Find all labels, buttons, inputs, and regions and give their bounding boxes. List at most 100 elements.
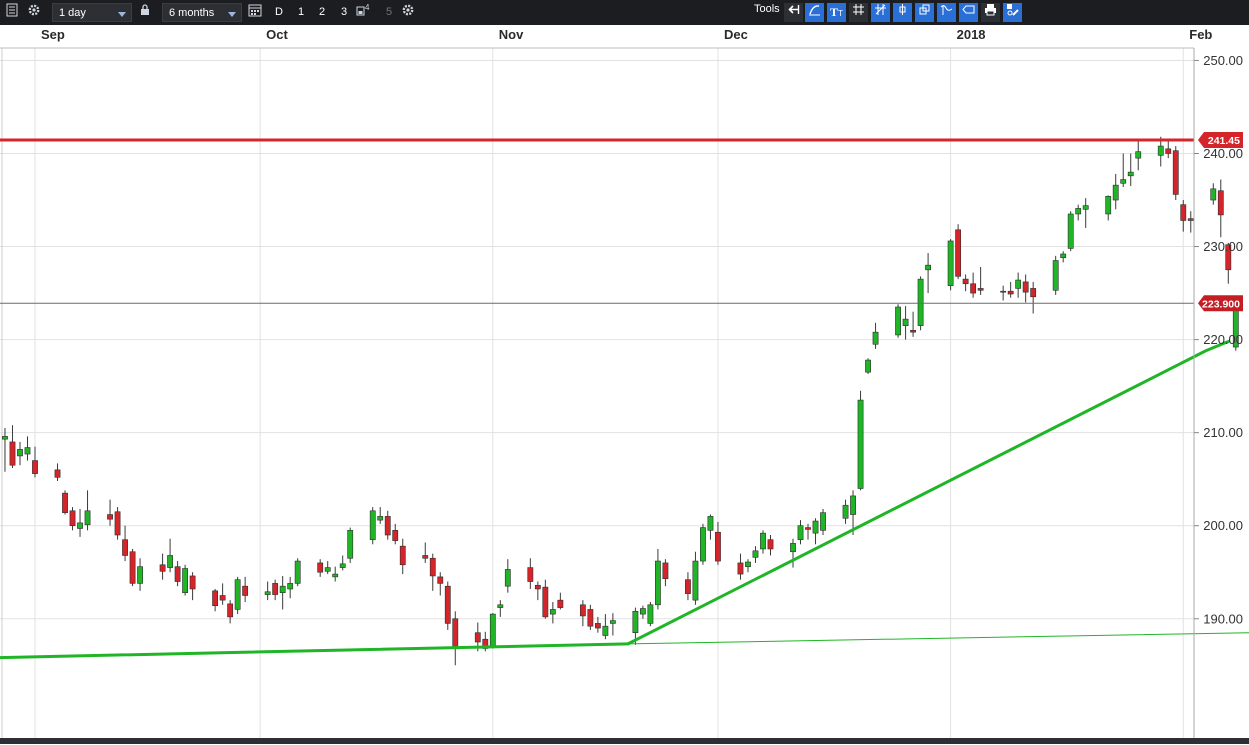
candle: [1172, 146, 1179, 201]
period-1-button[interactable]: 1: [292, 3, 310, 22]
candle: [609, 613, 616, 636]
line-tool-icon[interactable]: [805, 3, 824, 22]
candle: [182, 564, 188, 596]
candle-tool-icon[interactable]: [893, 3, 912, 22]
candle: [294, 558, 301, 587]
candlestick-chart[interactable]: Sep Oct Nov Dec 2018 Feb 190.00 200.00 210.00 22…: [0, 25, 1249, 740]
candle: [1067, 211, 1074, 252]
candle: [242, 576, 249, 603]
candle-body: [219, 595, 226, 601]
copy-tool-icon[interactable]: [915, 3, 934, 22]
interval-select[interactable]: 1 day: [52, 3, 132, 22]
candle: [737, 553, 744, 580]
candle-body: [129, 551, 136, 584]
candle-body: [707, 516, 714, 531]
candle-body: [1210, 188, 1217, 201]
candle: [2, 427, 8, 472]
candle: [504, 559, 511, 593]
candle: [174, 561, 181, 587]
candle: [895, 304, 901, 338]
candle: [1060, 251, 1067, 263]
print-icon[interactable]: [981, 3, 1000, 22]
candle: [962, 274, 969, 292]
candle: [489, 613, 496, 649]
layout-4-button[interactable]: 4: [356, 3, 370, 22]
label-tool-icon[interactable]: [959, 3, 978, 22]
candle-body: [167, 555, 173, 568]
period-3-button[interactable]: 3: [335, 3, 353, 22]
candle: [107, 499, 113, 526]
candle-body: [947, 240, 954, 286]
period-5-button[interactable]: 5: [380, 3, 398, 22]
candle-body: [1000, 290, 1007, 293]
candle-body: [272, 583, 279, 595]
candle-body: [865, 359, 871, 373]
x-tick-label: Nov: [499, 27, 524, 42]
menu-icon[interactable]: [6, 3, 18, 22]
lock-icon[interactable]: [140, 3, 150, 22]
candle-body: [895, 306, 901, 336]
candle: [752, 546, 759, 563]
candle: [332, 566, 339, 582]
candle: [602, 614, 609, 640]
text-tool-icon[interactable]: TT: [827, 3, 846, 22]
candle: [745, 559, 751, 573]
resistance-price-tag-text: 241.45: [1208, 135, 1240, 147]
palette-tool-icon[interactable]: [1003, 3, 1022, 22]
back-arrow-icon[interactable]: [784, 3, 803, 22]
candle: [62, 490, 68, 515]
candle-body: [902, 318, 909, 326]
candle: [339, 555, 346, 571]
y-tick-label: 250.00: [1203, 53, 1243, 68]
settings-gear-icon[interactable]: [27, 3, 41, 22]
candle: [1015, 272, 1022, 298]
candle-body: [489, 613, 496, 647]
candle: [84, 490, 91, 531]
candle: [219, 583, 226, 605]
interval-value: 1 day: [59, 7, 86, 19]
candle-body: [504, 569, 511, 587]
channel-tool-icon[interactable]: [937, 3, 956, 22]
candle-body: [107, 514, 113, 520]
candle: [54, 463, 61, 482]
candle: [1112, 173, 1119, 210]
calendar-icon[interactable]: [248, 3, 262, 22]
period-2-button[interactable]: 2: [313, 3, 331, 22]
candle: [910, 311, 916, 337]
candle: [429, 553, 436, 591]
candle-body: [752, 550, 759, 558]
candle-body: [1165, 148, 1172, 154]
candle: [760, 530, 766, 554]
candle-body: [917, 278, 924, 326]
settings-gear-icon[interactable]: [401, 3, 415, 22]
candle: [137, 558, 143, 591]
bottom-scrollbar[interactable]: [0, 738, 1249, 744]
candle-body: [685, 579, 691, 594]
candle-body: [715, 531, 721, 562]
x-tick-label: Feb: [1189, 27, 1212, 42]
candle-body: [347, 530, 354, 559]
candle-body: [2, 436, 8, 440]
candle-body: [384, 516, 391, 536]
candle: [377, 507, 384, 524]
price-chart[interactable]: Sep Oct Nov Dec 2018 Feb 190.00 200.00 210.00 22…: [0, 25, 1249, 740]
candle-body: [62, 492, 68, 513]
range-select[interactable]: 6 months: [162, 3, 242, 22]
candle: [399, 538, 406, 575]
candle: [970, 272, 977, 298]
grid-tool-icon[interactable]: [849, 3, 868, 22]
candle: [264, 581, 271, 601]
candle: [159, 553, 166, 580]
candle-body: [1022, 281, 1029, 293]
period-d-button[interactable]: D: [270, 3, 288, 22]
candle-body: [17, 449, 23, 457]
candle: [1075, 204, 1082, 221]
candle: [1165, 139, 1172, 159]
candle: [279, 575, 286, 610]
candle: [1180, 200, 1187, 232]
layout-4-superscript: 4: [365, 3, 370, 12]
candle: [955, 224, 962, 280]
y-tick-label: 230.00: [1203, 239, 1243, 254]
candle: [587, 604, 594, 630]
fibonacci-tool-icon[interactable]: [871, 3, 890, 22]
